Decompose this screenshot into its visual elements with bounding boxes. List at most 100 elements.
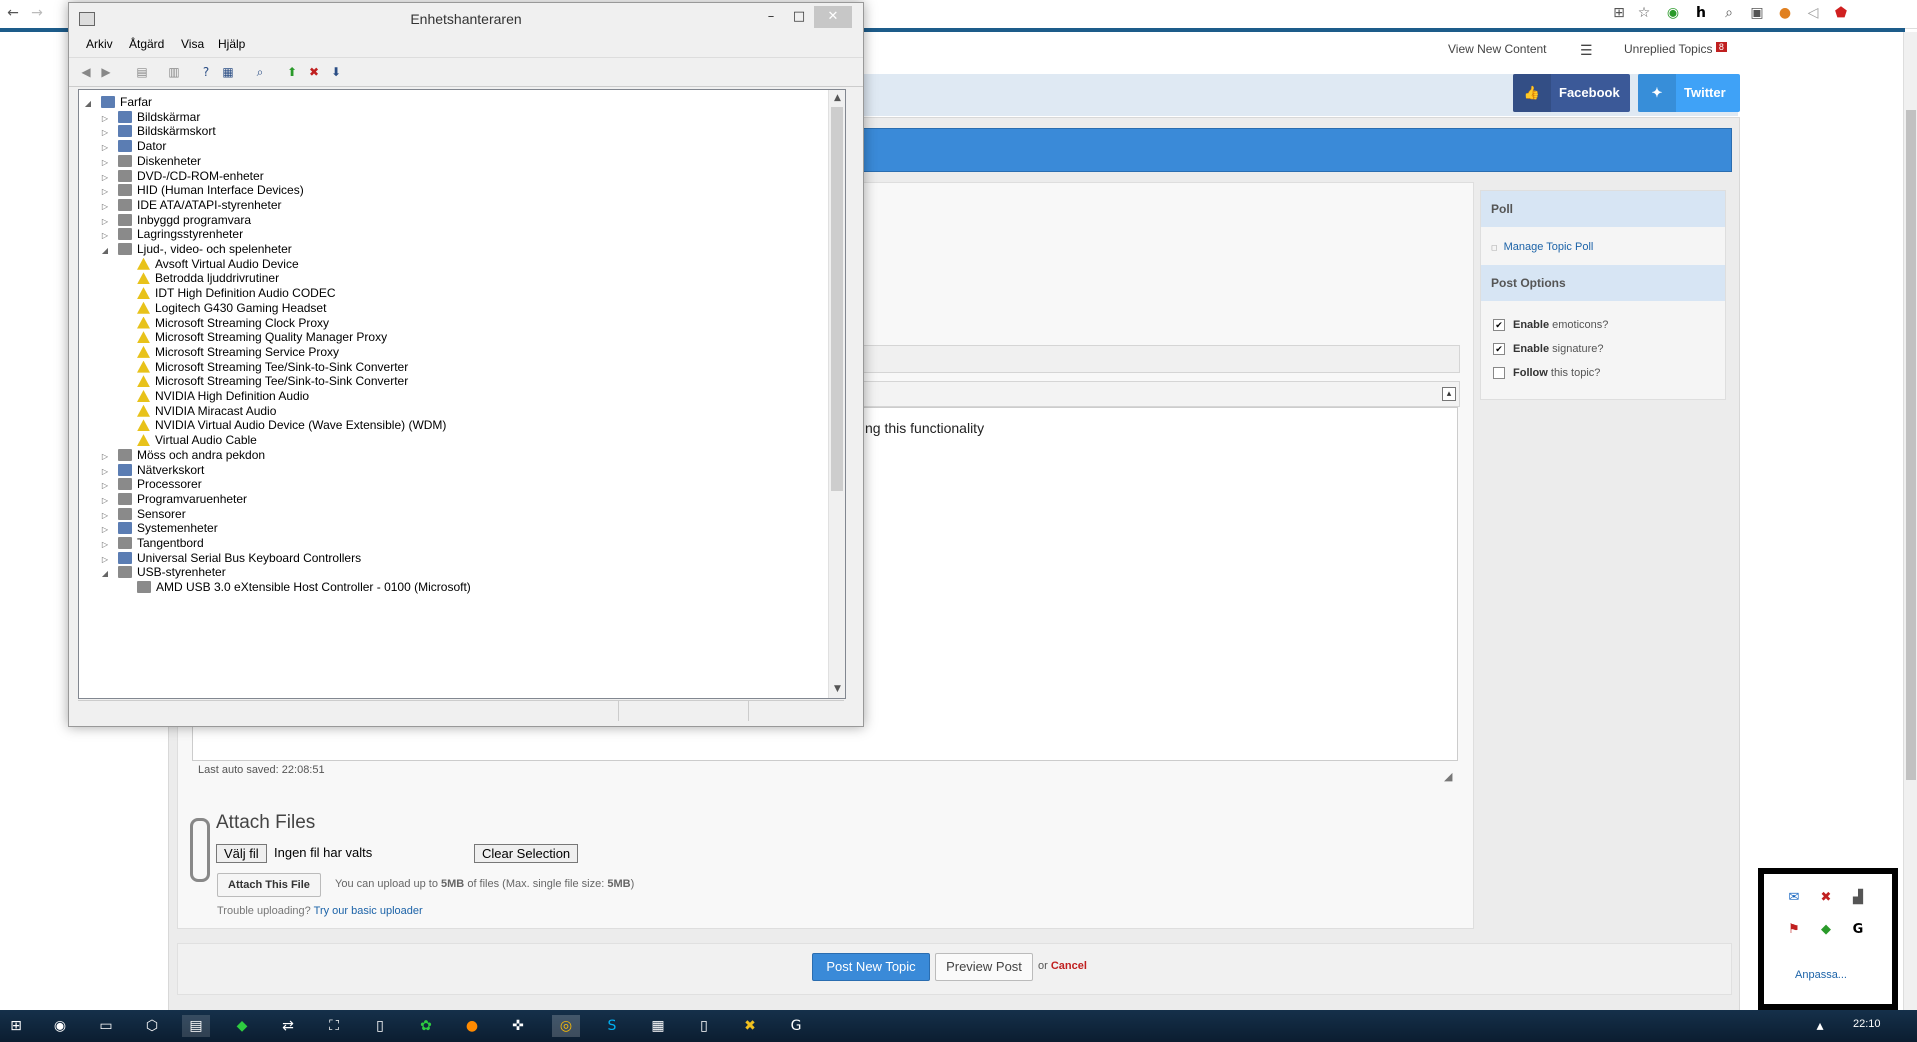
- scroll-down-icon[interactable]: ▼: [829, 681, 845, 698]
- taskbar-app-7-icon[interactable]: ⛶: [320, 1015, 348, 1037]
- uninstall-icon[interactable]: ✖: [305, 63, 323, 81]
- preview-post-button[interactable]: Preview Post: [935, 953, 1033, 981]
- manage-poll-link[interactable]: ◻ Manage Topic Poll: [1491, 241, 1593, 253]
- choose-file-button[interactable]: Välj fil: [216, 844, 267, 863]
- warning-device-icon: [137, 272, 150, 285]
- menu-visa[interactable]: Visa: [181, 37, 204, 51]
- minimize-icon[interactable]: –: [759, 6, 783, 28]
- enable-device-icon[interactable]: ⬇: [327, 63, 345, 81]
- collapse-toolbar-button[interactable]: ▴: [1442, 387, 1456, 401]
- option-emoticons[interactable]: ✔ Enable emoticons?: [1493, 319, 1608, 332]
- taskbar-app-16-icon[interactable]: ✖: [736, 1015, 764, 1037]
- option-follow[interactable]: Follow this topic?: [1493, 367, 1600, 380]
- taskbar-app-8-icon[interactable]: ▯: [366, 1015, 394, 1037]
- collapsed-arrow-icon[interactable]: ▷: [100, 448, 110, 466]
- search-icon[interactable]: ⌕: [1718, 2, 1740, 24]
- signal-icon[interactable]: ▟: [1848, 888, 1868, 908]
- trouble-label: Trouble uploading?: [217, 905, 314, 917]
- speaker-icon[interactable]: ◁: [1802, 2, 1824, 24]
- taskbar-app-11-icon[interactable]: ✜: [504, 1015, 532, 1037]
- file-explorer-icon[interactable]: ▤: [182, 1015, 210, 1037]
- translate-icon[interactable]: ⊞: [1608, 2, 1630, 24]
- view-icon[interactable]: ▦: [219, 63, 237, 81]
- shield-icon[interactable]: ⬟: [1830, 2, 1852, 24]
- chrome-icon[interactable]: ◎: [552, 1015, 580, 1037]
- menu-hjalp[interactable]: Hjälp: [218, 37, 245, 51]
- scan-hardware-icon[interactable]: ⌕: [251, 63, 269, 81]
- device-category-icon: [118, 125, 132, 138]
- firefox-icon[interactable]: ●: [458, 1015, 486, 1037]
- facebook-button[interactable]: 👍 Facebook: [1513, 74, 1630, 112]
- tree-scroll-thumb[interactable]: [831, 107, 843, 491]
- twitter-button[interactable]: ✦ Twitter: [1638, 74, 1740, 112]
- tree-view-icon[interactable]: ▤: [133, 63, 151, 81]
- taskbar-app-3-icon[interactable]: ⬡: [138, 1015, 166, 1037]
- menu-atgard[interactable]: Åtgärd: [129, 37, 164, 51]
- option-signature[interactable]: ✔ Enable signature?: [1493, 343, 1604, 356]
- device-manager-titlebar[interactable]: Enhetshanteraren – □ ✕: [69, 3, 863, 33]
- device-tree[interactable]: AMD USB 3.0 eXtensible Host Controller -…: [78, 89, 846, 699]
- mail-icon[interactable]: ✉: [1784, 888, 1804, 908]
- attach-this-file-button[interactable]: Attach This File: [217, 873, 321, 897]
- post-new-topic-button[interactable]: Post New Topic: [812, 953, 930, 981]
- warning-device-icon: [137, 419, 150, 432]
- tree-node[interactable]: ◢ Farfar: [83, 93, 152, 111]
- clear-selection-button[interactable]: Clear Selection: [474, 844, 579, 863]
- muted-speaker-icon[interactable]: ✖: [1816, 888, 1836, 908]
- nvidia-icon[interactable]: ◆: [1816, 920, 1836, 940]
- tree-node-label: Möss och andra pekdon: [137, 447, 266, 462]
- taskbar-app-1-icon[interactable]: ◉: [46, 1015, 74, 1037]
- forward-icon[interactable]: →: [26, 2, 48, 24]
- taskbar-app-2-icon[interactable]: ▭: [92, 1015, 120, 1037]
- logitech-g-icon[interactable]: G: [1848, 920, 1868, 940]
- cookie-icon[interactable]: ●: [1774, 2, 1796, 24]
- star-icon[interactable]: ☆: [1633, 2, 1655, 24]
- start-icon[interactable]: ⊞: [2, 1015, 30, 1037]
- show-hidden-icons-icon[interactable]: ▴: [1806, 1015, 1834, 1037]
- emoticons-checkbox[interactable]: ✔: [1493, 319, 1505, 332]
- forward-arrow-icon[interactable]: ▶: [97, 63, 115, 81]
- cancel-link[interactable]: Cancel: [1051, 960, 1087, 972]
- taskbar-app-5-icon[interactable]: ◆: [228, 1015, 256, 1037]
- expanded-arrow-icon[interactable]: ◢: [83, 95, 93, 113]
- extension-o-icon[interactable]: ◉: [1662, 2, 1684, 24]
- logitech-taskbar-icon[interactable]: G: [782, 1015, 810, 1037]
- page-scrollbar[interactable]: [1903, 32, 1917, 1010]
- follow-checkbox[interactable]: [1493, 367, 1505, 380]
- page-scroll-thumb[interactable]: [1906, 110, 1916, 780]
- maximize-icon[interactable]: □: [787, 6, 811, 28]
- h-icon[interactable]: h: [1690, 2, 1712, 24]
- or-label: or: [1038, 960, 1051, 972]
- resize-grip-icon[interactable]: ◢: [1444, 770, 1456, 783]
- close-icon[interactable]: ✕: [814, 6, 852, 28]
- taskbar-app-15-icon[interactable]: ▯: [690, 1015, 718, 1037]
- taskbar-app-9-icon[interactable]: ✿: [412, 1015, 440, 1037]
- device-category-icon: [118, 243, 132, 255]
- list-icon[interactable]: ☰: [1580, 42, 1593, 59]
- scroll-up-icon[interactable]: ▲: [829, 90, 845, 107]
- taskbar-app-6-icon[interactable]: ⇄: [274, 1015, 302, 1037]
- tree-node-label: Avsoft Virtual Audio Device: [155, 256, 299, 271]
- view-new-content-link[interactable]: View New Content: [1448, 42, 1547, 56]
- collapsed-arrow-icon[interactable]: ▷: [100, 110, 110, 128]
- tree-node-label: Microsoft Streaming Service Proxy: [155, 344, 340, 359]
- back-icon[interactable]: ←: [2, 2, 24, 24]
- help-icon[interactable]: ?: [197, 63, 215, 81]
- basic-uploader-link[interactable]: Try our basic uploader: [314, 905, 423, 917]
- back-arrow-icon[interactable]: ◀: [77, 63, 95, 81]
- flag-icon[interactable]: ⚑: [1784, 920, 1804, 940]
- tree-node-label: NVIDIA Miracast Audio: [155, 403, 277, 418]
- bullet-icon: ◻: [1491, 243, 1498, 252]
- skype-icon[interactable]: S: [598, 1015, 626, 1037]
- device-category-icon: [118, 184, 132, 197]
- signature-checkbox[interactable]: ✔: [1493, 343, 1505, 356]
- thumbs-up-icon: 👍: [1513, 74, 1551, 112]
- device-manager-taskbar-icon[interactable]: ▦: [644, 1015, 672, 1037]
- tree-scrollbar[interactable]: ▲ ▼: [828, 90, 845, 698]
- properties-icon[interactable]: ▥: [165, 63, 183, 81]
- unreplied-topics-link[interactable]: Unreplied Topics 8: [1624, 42, 1727, 56]
- menu-arkiv[interactable]: Arkiv: [86, 37, 113, 51]
- update-driver-icon[interactable]: ⬆: [283, 63, 301, 81]
- customize-tray-link[interactable]: Anpassa...: [1795, 969, 1847, 981]
- gamepad-icon[interactable]: ▣: [1746, 2, 1768, 24]
